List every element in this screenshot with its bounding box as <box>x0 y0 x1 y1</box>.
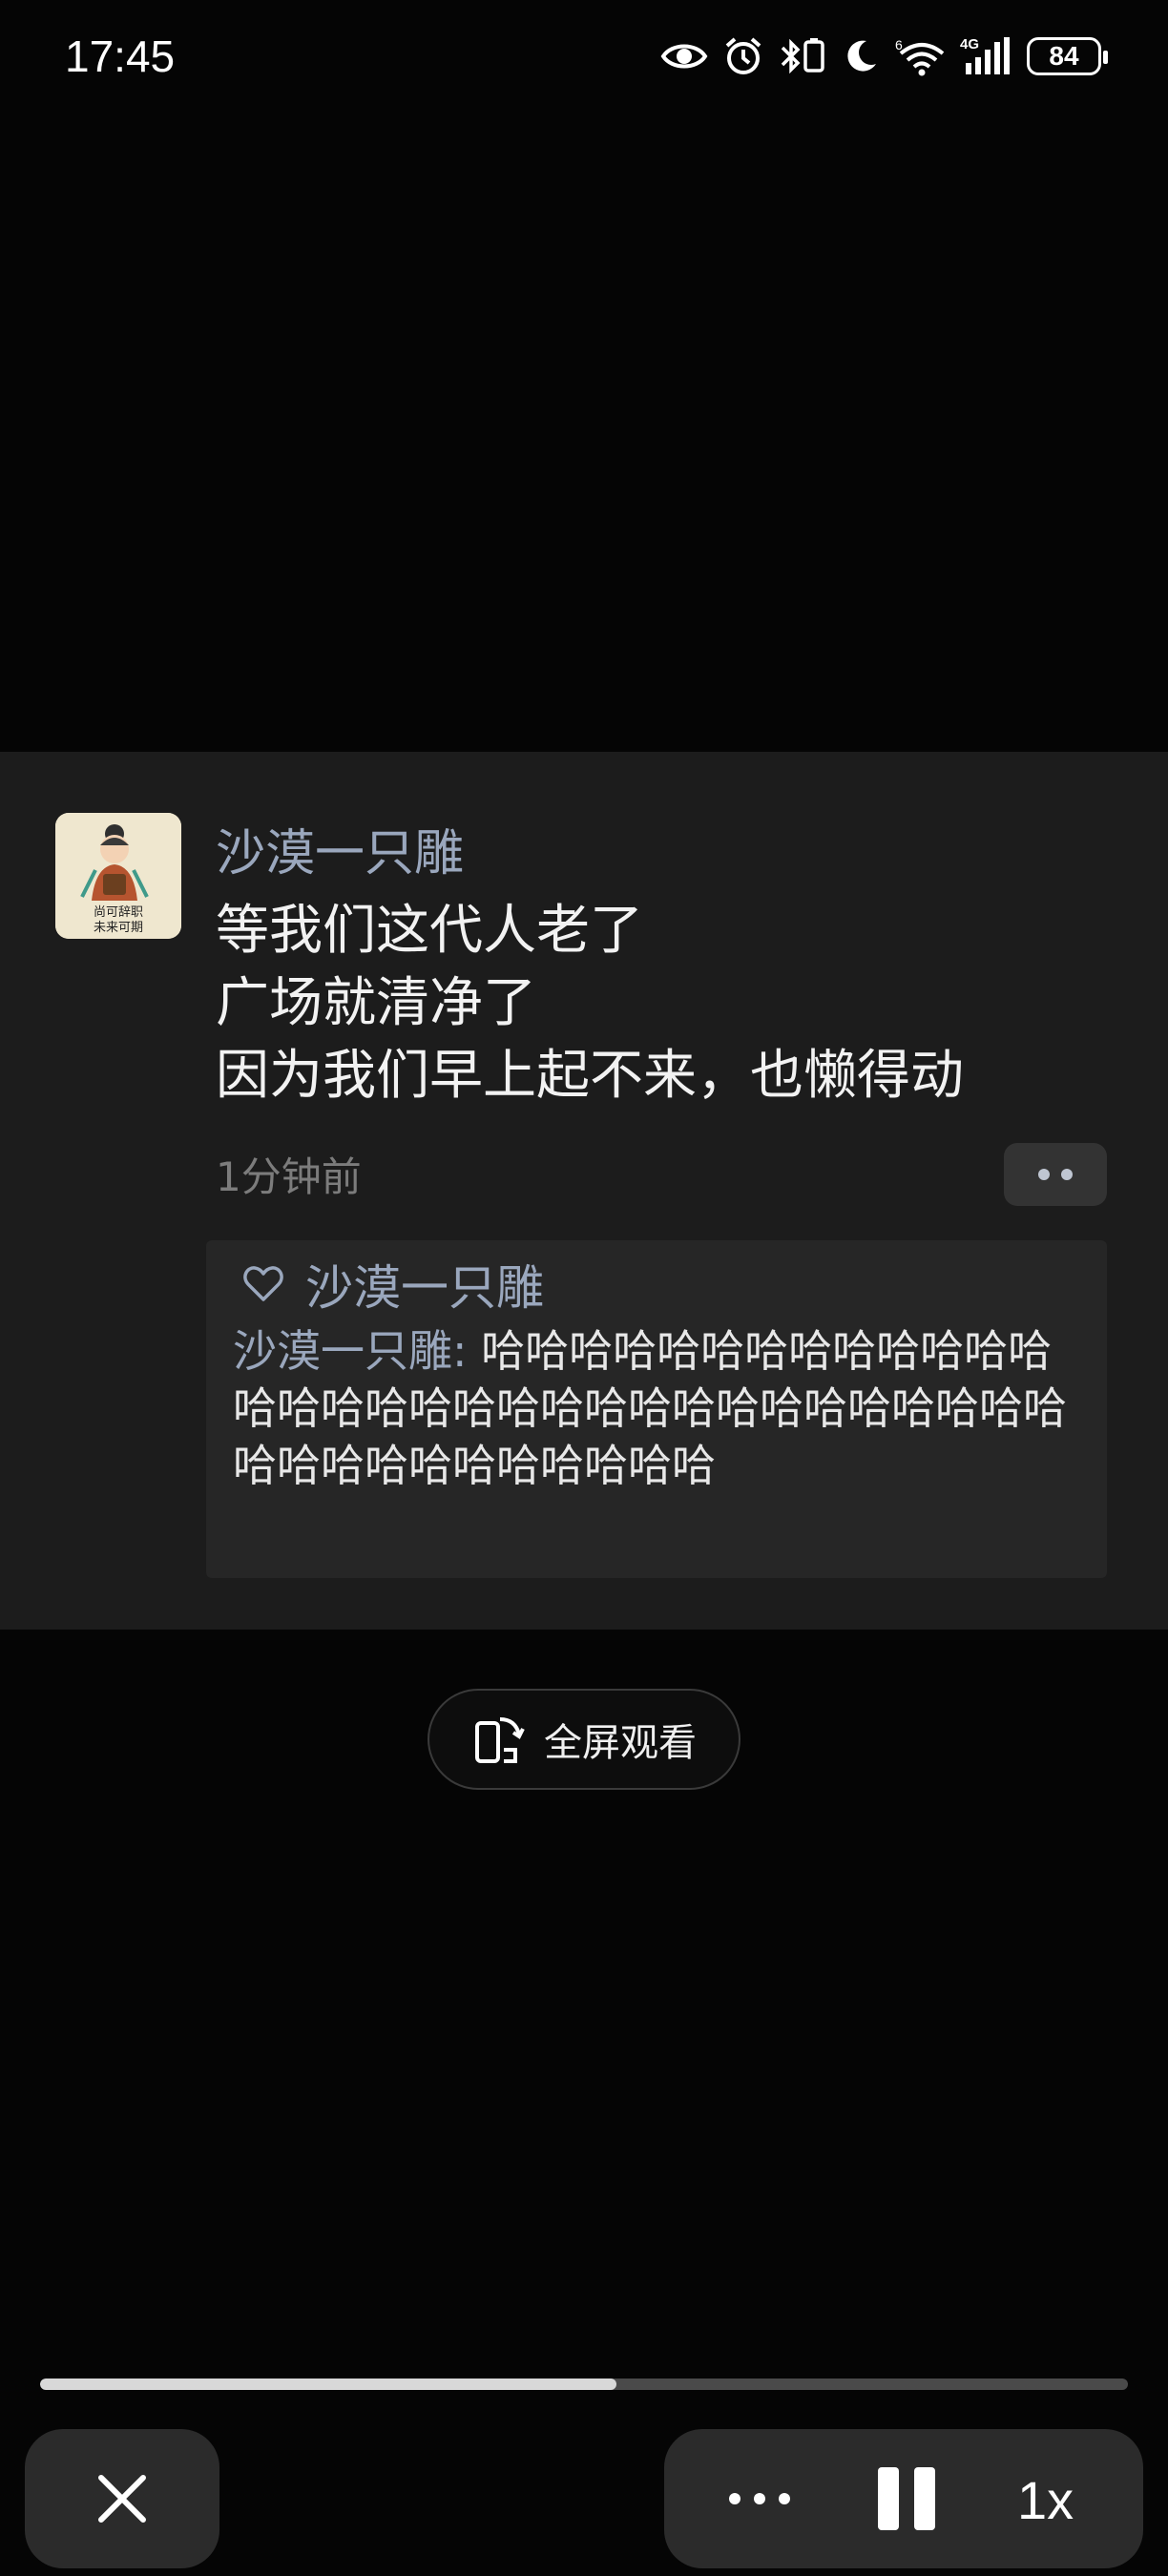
fullscreen-label: 全屏观看 <box>544 1721 697 1765</box>
comment-line: 等我们这代人老了 <box>216 900 643 962</box>
status-icons: 6 4G 84 <box>660 31 1108 82</box>
svg-text:6: 6 <box>895 37 903 52</box>
pause-bar <box>878 2467 899 2530</box>
heart-icon[interactable] <box>242 1265 284 1303</box>
battery-icon: 84 <box>1027 37 1108 75</box>
comment-line: 广场就清净了 <box>216 972 536 1034</box>
avatar[interactable]: 尚可辞职 未来可期 <box>55 813 181 939</box>
eye-icon <box>660 44 708 69</box>
more-dot <box>1038 1169 1050 1180</box>
progress-fill <box>40 2379 617 2390</box>
comment-time: 1分钟前 <box>216 1153 362 1200</box>
avatar-caption-line2: 未来可期 <box>94 921 143 935</box>
comment-text: 等我们这代人老了 广场就清净了 因为我们早上起不来，也懒得动 <box>216 895 964 1112</box>
close-button[interactable] <box>25 2429 219 2568</box>
alarm-icon <box>725 37 761 74</box>
more-options-button[interactable] <box>729 2475 790 2523</box>
wifi-icon: 6 <box>895 37 945 76</box>
rotate-screen-icon <box>475 1717 525 1763</box>
reply-author[interactable]: 沙漠一只雕 <box>233 1325 452 1377</box>
pause-bar <box>914 2467 935 2530</box>
more-dot <box>1061 1169 1073 1180</box>
speed-button[interactable]: 1x <box>1017 2469 1074 2531</box>
bluetooth-icon <box>781 38 824 74</box>
playback-controls: 1x <box>664 2429 1143 2568</box>
signal-icon: 4G <box>960 36 1012 76</box>
comment-more-button[interactable] <box>1004 1143 1107 1206</box>
reply-like-row: 沙漠一只雕 <box>242 1250 544 1319</box>
avatar-illustration: 尚可辞职 未来可期 <box>55 813 181 939</box>
fullscreen-button[interactable]: 全屏观看 <box>428 1689 740 1790</box>
dot-icon <box>729 2493 740 2504</box>
pause-button[interactable] <box>878 2467 935 2530</box>
reply-box: 沙漠一只雕 沙漠一只雕: 哈哈哈哈哈哈哈哈哈哈哈哈哈哈哈哈哈哈哈哈哈哈哈哈哈哈哈… <box>206 1240 1107 1578</box>
reply-liked-by[interactable]: 沙漠一只雕 <box>305 1250 544 1319</box>
close-icon <box>98 2475 146 2523</box>
comment-author[interactable]: 沙漠一只雕 <box>216 813 464 884</box>
reply-separator: : <box>452 1325 482 1377</box>
dot-icon <box>754 2493 765 2504</box>
moon-icon <box>847 40 876 72</box>
comment-line: 因为我们早上起不来，也懒得动 <box>216 1045 964 1107</box>
comment-card: 尚可辞职 未来可期 沙漠一只雕 等我们这代人老了 广场就清净了 因为我们早上起不… <box>0 752 1168 1630</box>
playback-progress[interactable] <box>40 2379 1128 2390</box>
battery-level: 84 <box>1049 41 1079 71</box>
avatar-caption-line1: 尚可辞职 <box>94 905 143 920</box>
dot-icon <box>779 2493 790 2504</box>
reply-text: 沙漠一只雕: 哈哈哈哈哈哈哈哈哈哈哈哈哈哈哈哈哈哈哈哈哈哈哈哈哈哈哈哈哈哈哈哈哈… <box>233 1322 1092 1494</box>
status-time: 17:45 <box>65 31 176 81</box>
status-bar: 17:45 6 4G 84 <box>0 0 1168 114</box>
